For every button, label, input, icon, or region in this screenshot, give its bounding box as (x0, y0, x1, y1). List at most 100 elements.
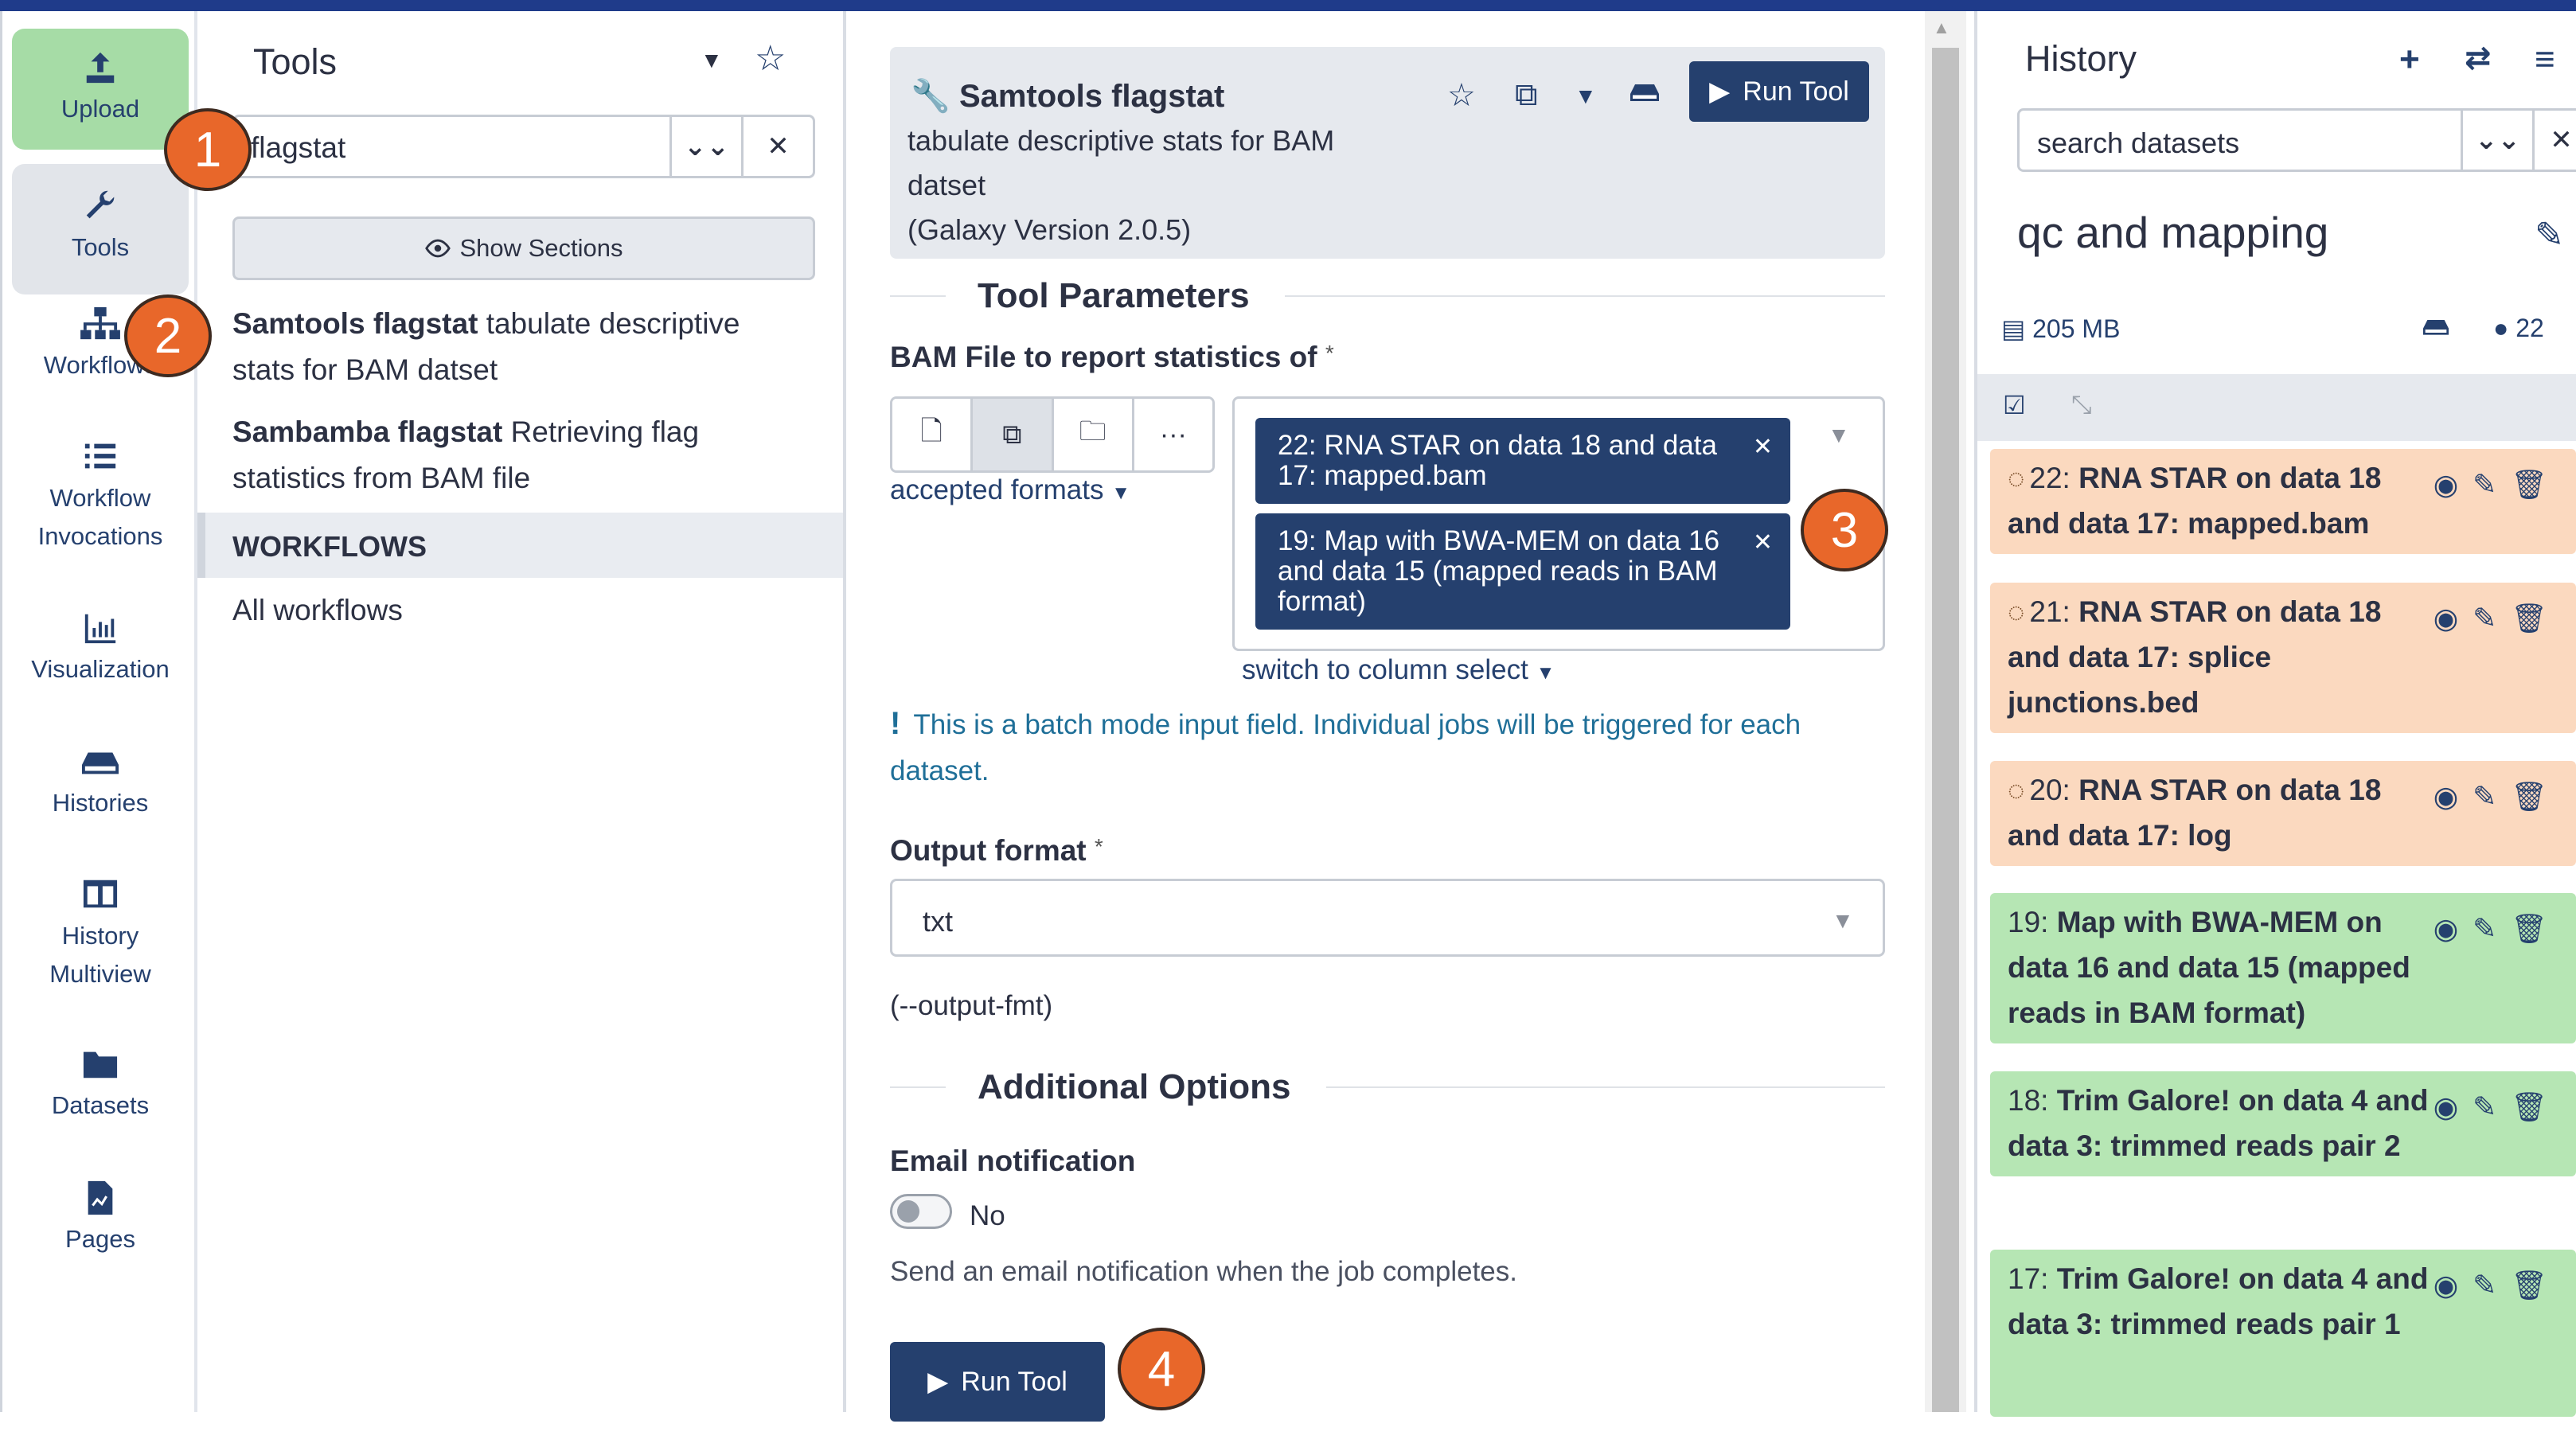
clear-search-button[interactable]: ✕ (2532, 111, 2576, 170)
history-dataset-item[interactable]: 18: Trim Galore! on data 4 and data 3: t… (1990, 1071, 2576, 1176)
spinner-icon: ◌ (2008, 462, 2025, 494)
center-scrollbar-thumb[interactable] (1932, 48, 1959, 1412)
remove-icon[interactable]: ✕ (1753, 528, 1773, 558)
activity-tools[interactable]: Tools (12, 164, 189, 294)
eye-icon[interactable]: ◉ (2434, 1090, 2473, 1123)
batch-mode-note-text: This is a batch mode input field. Indivi… (890, 709, 1801, 786)
eye-icon[interactable]: ◉ (2434, 912, 2473, 945)
tool-version: (Galaxy Version 2.0.5) (907, 213, 1192, 246)
advanced-search-button[interactable]: ⌄⌄ (2461, 111, 2532, 170)
file-icon: 🗋 (920, 415, 943, 447)
checkbox-icon[interactable]: ☑ (2003, 390, 2026, 420)
dataset-actions: ◉✎🗑 (2434, 595, 2562, 641)
trash-icon[interactable]: 🗑 (2511, 912, 2562, 945)
history-dataset-item[interactable]: ◌ 21: RNA STAR on data 18 and data 17: sp… (1990, 583, 2576, 733)
activity-pages-label: Pages (65, 1225, 135, 1253)
pencil-icon[interactable]: ✎ (2473, 1090, 2511, 1123)
tool-result-samtools-flagstat[interactable]: Samtools flagstat tabulate descriptive s… (232, 301, 790, 393)
tool-result-name: Sambamba flagstat (232, 415, 503, 448)
single-dataset-button[interactable]: 🗋 (892, 399, 974, 470)
pencil-icon[interactable]: ✎ (2535, 215, 2564, 255)
eye-icon[interactable]: ◉ (2434, 1269, 2473, 1301)
hdd-icon[interactable] (1627, 77, 1662, 114)
activity-upload[interactable]: Upload (12, 29, 189, 150)
dropdown-caret-icon[interactable]: ▼ (1828, 423, 1850, 448)
eye-icon[interactable]: ◉ (2434, 780, 2473, 813)
trash-icon[interactable]: 🗑 (2511, 1269, 2562, 1301)
all-workflows-link[interactable]: All workflows (232, 583, 403, 638)
history-size[interactable]: ▤ 205 MB (2001, 314, 2120, 344)
dataset-actions: ◉✎🗑 (2434, 774, 2562, 819)
bam-file-label-text: BAM File to report statistics of (890, 341, 1317, 373)
run-tool-button[interactable]: ▶ Run Tool (890, 1342, 1105, 1422)
activity-histories[interactable]: Histories (12, 743, 189, 821)
history-dataset-item[interactable]: 17: Trim Galore! on data 4 and data 3: t… (1990, 1250, 2576, 1417)
eye-icon[interactable]: ◉ (2434, 602, 2473, 634)
selected-dataset-tag[interactable]: 19: Map with BWA-MEM on data 16 and data… (1255, 513, 1790, 630)
history-dataset-item[interactable]: 19: Map with BWA-MEM on data 16 and data… (1990, 893, 2576, 1043)
cubes-icon[interactable]: ⧉ (1515, 77, 1538, 113)
chevron-down-icon[interactable]: ▼ (701, 48, 723, 73)
dropdown-caret-icon: ▼ (1832, 908, 1854, 933)
dataset-actions: ◉✎🗑 (2434, 906, 2562, 951)
plus-icon[interactable]: + (2399, 40, 2420, 80)
chevron-down-icon[interactable]: ▼ (1575, 84, 1597, 109)
activity-workflow-invocations[interactable]: Workflow Invocations (12, 438, 189, 556)
output-format-label: Output format * (890, 834, 1103, 868)
selected-dataset-tag[interactable]: 22: RNA STAR on data 18 and data 17: map… (1255, 418, 1790, 504)
bam-dataset-multiselect[interactable]: 22: RNA STAR on data 18 and data 17: map… (1232, 396, 1885, 651)
favorite-star-icon[interactable]: ☆ (1447, 77, 1476, 114)
history-count[interactable]: ● 22 (2493, 314, 2544, 343)
history-selection-toolbar: ☑ ⤡ (1977, 374, 2576, 441)
tool-result-sambamba-flagstat[interactable]: Sambamba flagstat Retrieving flag statis… (232, 409, 790, 501)
email-notification-label: Email notification (890, 1145, 1136, 1177)
more-options-button[interactable]: ··· (1134, 399, 1212, 470)
dataset-hid: 17: (2008, 1262, 2049, 1295)
eye-icon[interactable]: ◉ (2434, 468, 2473, 501)
activity-visualization[interactable]: Visualization (12, 610, 189, 688)
history-name: qc and mapping (2017, 208, 2329, 257)
activity-pages[interactable]: Pages (12, 1180, 189, 1258)
show-sections-button[interactable]: Show Sections (232, 216, 815, 280)
run-tool-button-top[interactable]: ▶ Run Tool (1689, 61, 1869, 122)
hdd-icon[interactable] (2420, 314, 2452, 345)
pencil-icon[interactable]: ✎ (2473, 602, 2511, 634)
star-icon[interactable]: ☆ (755, 38, 786, 79)
switch-column-select-link[interactable]: switch to column select ▼ (1242, 654, 1555, 686)
history-dataset-item[interactable]: ◌ 20: RNA STAR on data 18 and data 17: lo… (1990, 761, 2576, 866)
history-dataset-item[interactable]: ◌ 22: RNA STAR on data 18 and data 17: ma… (1990, 449, 2576, 554)
dataset-name: Trim Galore! on data 4 and data 3: trimm… (2008, 1262, 2429, 1340)
columns-icon (83, 880, 118, 908)
clear-search-button[interactable]: ✕ (741, 117, 813, 176)
double-chevron-down-icon: ⌄⌄ (2475, 125, 2520, 155)
callout-2: 2 (124, 294, 212, 377)
remove-icon[interactable]: ✕ (1753, 432, 1773, 462)
workflows-section-header[interactable]: WORKFLOWS (197, 513, 843, 578)
play-icon: ▶ (1709, 76, 1731, 107)
pencil-icon[interactable]: ✎ (2473, 1269, 2511, 1301)
trash-icon[interactable]: 🗑 (2511, 1090, 2562, 1123)
multiple-datasets-button[interactable]: ⧉ (973, 399, 1054, 470)
output-format-select[interactable]: txt ▼ (890, 879, 1885, 957)
scroll-up-icon[interactable]: ▲ (1933, 18, 1950, 38)
history-title: History (2025, 38, 2137, 79)
email-notification-toggle[interactable] (890, 1194, 952, 1229)
hdd-icon (82, 752, 119, 774)
accepted-formats-toggle[interactable]: accepted formats ▼ (890, 474, 1130, 506)
activity-datasets[interactable]: Datasets (12, 1046, 189, 1124)
dataset-collection-button[interactable]: 🗀 (1053, 399, 1134, 470)
pencil-icon[interactable]: ✎ (2473, 912, 2511, 945)
pencil-icon[interactable]: ✎ (2473, 468, 2511, 501)
trash-icon[interactable]: 🗑 (2511, 468, 2562, 501)
switch-history-icon[interactable]: ⇄ (2465, 40, 2492, 76)
trash-icon[interactable]: 🗑 (2511, 602, 2562, 634)
activity-history-multiview[interactable]: History Multiview (12, 876, 189, 993)
trash-icon[interactable]: 🗑 (2511, 780, 2562, 813)
menu-icon[interactable]: ≡ (2535, 40, 2555, 80)
sitemap-icon (80, 306, 120, 340)
tool-search-input[interactable]: flagstat (235, 117, 669, 176)
pencil-icon[interactable]: ✎ (2473, 780, 2511, 813)
compress-icon[interactable]: ⤡ (2071, 390, 2092, 420)
history-search-input[interactable]: search datasets (2020, 111, 2461, 170)
advanced-search-button[interactable]: ⌄⌄ (669, 117, 741, 176)
